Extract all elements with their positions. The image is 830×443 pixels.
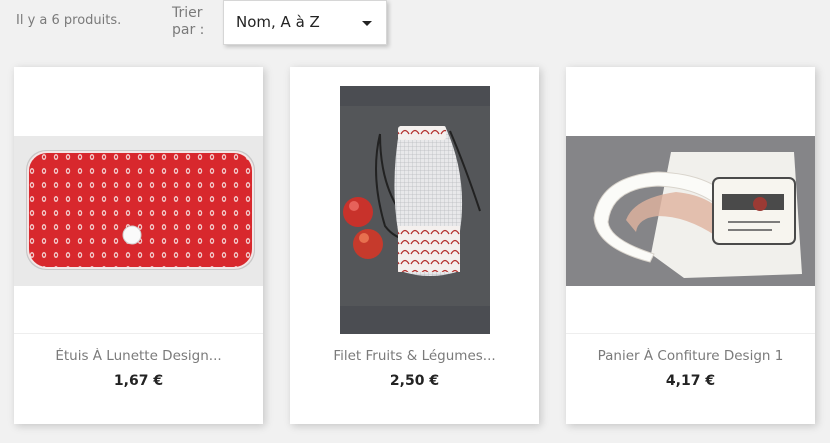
product-price: 1,67 €: [113, 373, 164, 389]
product-name[interactable]: Filet Fruits & Légumes...: [290, 348, 539, 364]
card-divider: [14, 333, 263, 334]
product-image[interactable]: [14, 136, 263, 286]
product-image[interactable]: [340, 86, 490, 334]
product-price: 2,50 €: [389, 373, 440, 389]
product-price: 4,17 €: [665, 373, 716, 389]
caret-down-icon: [362, 21, 372, 26]
sort-label: Trier par :: [172, 5, 205, 38]
sort-dropdown[interactable]: Nom, A à Z: [223, 0, 387, 45]
product-image[interactable]: [566, 136, 815, 286]
card-divider: [566, 333, 815, 334]
product-card[interactable]: Étuis À Lunette Design... 1,67 €: [14, 67, 263, 424]
product-count: Il y a 6 produits.: [16, 13, 122, 28]
product-card[interactable]: Filet Fruits & Légumes... 2,50 €: [290, 67, 539, 424]
product-name[interactable]: Panier À Confiture Design 1: [566, 348, 815, 364]
sort-selected-value: Nom, A à Z: [236, 13, 320, 31]
product-name[interactable]: Étuis À Lunette Design...: [14, 348, 263, 364]
product-card[interactable]: Panier À Confiture Design 1 4,17 €: [566, 67, 815, 424]
